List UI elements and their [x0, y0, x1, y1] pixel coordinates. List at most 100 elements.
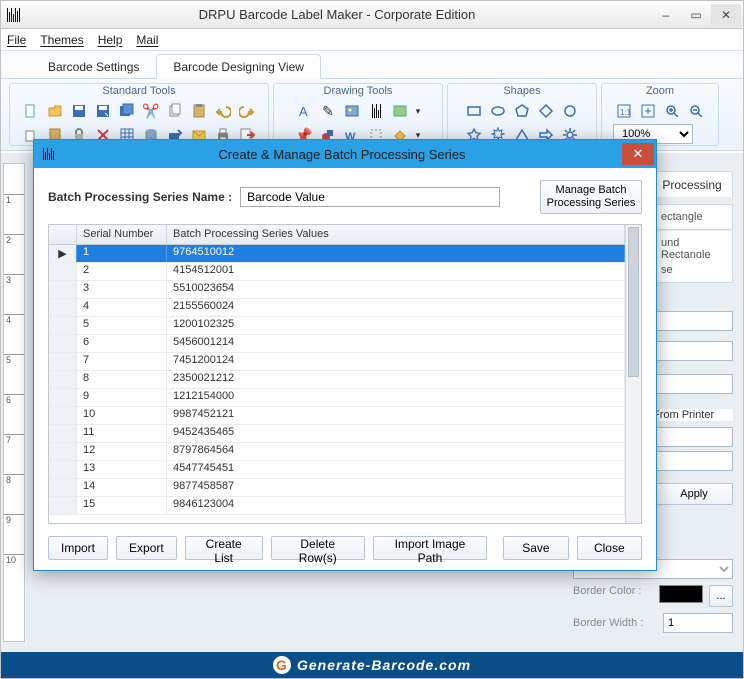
series-grid: Serial Number Batch Processing Series Va… — [48, 224, 642, 524]
group-label-standard: Standard Tools — [10, 84, 268, 98]
grid-header: Serial Number Batch Processing Series Va… — [49, 225, 625, 245]
dialog-titlebar: Create & Manage Batch Processing Series … — [34, 140, 656, 168]
circle-shape-icon[interactable] — [559, 100, 581, 122]
right-tab-processing[interactable]: Processing — [651, 171, 733, 197]
app-icon — [3, 8, 23, 22]
right-input-2[interactable] — [653, 341, 733, 361]
group-label-shapes: Shapes — [448, 84, 596, 98]
svg-text:A: A — [299, 104, 308, 119]
grid-scrollbar[interactable] — [625, 225, 641, 523]
col-serial-number: Serial Number — [77, 225, 167, 244]
table-row[interactable]: 51200102325 — [49, 317, 625, 335]
right-option-rectangle[interactable]: ectangle — [653, 204, 733, 230]
table-row[interactable]: 77451200124 — [49, 353, 625, 371]
table-row[interactable]: 159846123004 — [49, 497, 625, 515]
brand-icon: G — [273, 656, 291, 674]
zoom-in-icon[interactable] — [661, 100, 683, 122]
import-button[interactable]: Import — [48, 536, 108, 560]
table-row[interactable]: ▶19764510012 — [49, 245, 625, 263]
border-width-input[interactable] — [663, 613, 733, 633]
create-list-button[interactable]: Create List — [185, 536, 263, 560]
cut-icon[interactable]: ✂️ — [140, 100, 162, 122]
border-color-label: Border Color : — [573, 585, 653, 607]
pen-tool-icon[interactable]: ✎ — [317, 100, 339, 122]
redo-icon[interactable] — [236, 100, 258, 122]
group-shapes: Shapes — [447, 83, 597, 146]
window-close-button[interactable]: ✕ — [711, 4, 741, 26]
table-row[interactable]: 149877458587 — [49, 479, 625, 497]
window-minimize-button[interactable]: – — [651, 4, 681, 26]
dialog-close-button[interactable]: ✕ — [622, 143, 654, 165]
table-row[interactable]: 82350021212 — [49, 371, 625, 389]
menu-themes[interactable]: Themes — [40, 33, 83, 47]
export-button[interactable]: Export — [116, 536, 177, 560]
image-tool-icon[interactable] — [341, 100, 363, 122]
polygon-shape-icon[interactable] — [511, 100, 533, 122]
table-row[interactable]: 109987452121 — [49, 407, 625, 425]
apply-button[interactable]: Apply — [655, 483, 733, 505]
group-zoom: Zoom 1:1 100% — [601, 83, 719, 146]
dialog-icon — [34, 148, 62, 160]
group-standard-tools: Standard Tools ✂️ — [9, 83, 269, 146]
view-tabs: Barcode Settings Barcode Designing View — [1, 51, 743, 79]
save-button[interactable]: Save — [503, 536, 568, 560]
vertical-ruler: 1 2 3 4 5 6 7 8 9 10 — [3, 163, 25, 642]
zoom-out-icon[interactable] — [685, 100, 707, 122]
series-name-label: Batch Processing Series Name : — [48, 190, 232, 204]
tab-barcode-designing-view[interactable]: Barcode Designing View — [156, 54, 321, 79]
table-row[interactable]: 35510023654 — [49, 281, 625, 299]
group-label-drawing: Drawing Tools — [274, 84, 442, 98]
menu-mail[interactable]: Mail — [136, 33, 158, 47]
window-maximize-button[interactable]: ▭ — [681, 4, 711, 26]
rectangle-shape-icon[interactable] — [463, 100, 485, 122]
right-input-printer-1[interactable] — [653, 427, 733, 447]
window-titlebar: DRPU Barcode Label Maker - Corporate Edi… — [1, 1, 743, 29]
copy-icon[interactable] — [164, 100, 186, 122]
right-input-3[interactable] — [653, 374, 733, 394]
tab-barcode-settings[interactable]: Barcode Settings — [31, 54, 156, 79]
close-button[interactable]: Close — [577, 536, 642, 560]
table-row[interactable]: 134547745451 — [49, 461, 625, 479]
right-input-printer-2[interactable] — [653, 451, 733, 471]
save-all-icon[interactable] — [116, 100, 138, 122]
delete-rows-button[interactable]: Delete Row(s) — [271, 536, 365, 560]
text-tool-icon[interactable]: A — [293, 100, 315, 122]
table-row[interactable]: 128797864564 — [49, 443, 625, 461]
group-label-zoom: Zoom — [602, 84, 718, 98]
dropdown-icon[interactable]: ▾ — [413, 100, 423, 122]
table-row[interactable]: 65456001214 — [49, 335, 625, 353]
open-icon[interactable] — [44, 100, 66, 122]
border-color-swatch[interactable] — [659, 585, 703, 603]
table-row[interactable]: 91212154000 — [49, 389, 625, 407]
table-row[interactable]: 24154512001 — [49, 263, 625, 281]
brand-text: Generate-Barcode.com — [297, 657, 471, 673]
menu-help[interactable]: Help — [98, 33, 123, 47]
batch-processing-dialog: Create & Manage Batch Processing Series … — [33, 139, 657, 571]
new-icon[interactable] — [20, 100, 42, 122]
footer-brand: G Generate-Barcode.com — [1, 652, 743, 678]
group-drawing-tools: Drawing Tools A ✎ ▾ 📌 W ▾ — [273, 83, 443, 146]
ellipse-shape-icon[interactable] — [487, 100, 509, 122]
right-input-1[interactable] — [653, 311, 733, 331]
barcode-tool-icon[interactable] — [365, 100, 387, 122]
undo-icon[interactable] — [212, 100, 234, 122]
paste-icon[interactable] — [188, 100, 210, 122]
table-row[interactable]: 42155560024 — [49, 299, 625, 317]
zoom-actual-icon[interactable]: 1:1 — [613, 100, 635, 122]
series-name-input[interactable] — [240, 187, 500, 207]
menu-file[interactable]: File — [7, 33, 26, 47]
import-image-path-button[interactable]: Import Image Path — [373, 536, 487, 560]
right-option-se[interactable]: se — [653, 258, 733, 283]
border-color-picker-button[interactable]: ... — [709, 585, 733, 607]
picture-tool-icon[interactable] — [389, 100, 411, 122]
zoom-fit-icon[interactable] — [637, 100, 659, 122]
save-as-icon[interactable] — [92, 100, 114, 122]
save-icon[interactable] — [68, 100, 90, 122]
right-label-from-printer: From Printer — [653, 409, 733, 421]
table-row[interactable]: 119452435465 — [49, 425, 625, 443]
manage-batch-series-button[interactable]: Manage Batch Processing Series — [540, 180, 642, 214]
diamond-shape-icon[interactable] — [535, 100, 557, 122]
svg-text:1:1: 1:1 — [620, 108, 632, 117]
dialog-title: Create & Manage Batch Processing Series — [62, 147, 622, 162]
window-title: DRPU Barcode Label Maker - Corporate Edi… — [23, 7, 651, 22]
